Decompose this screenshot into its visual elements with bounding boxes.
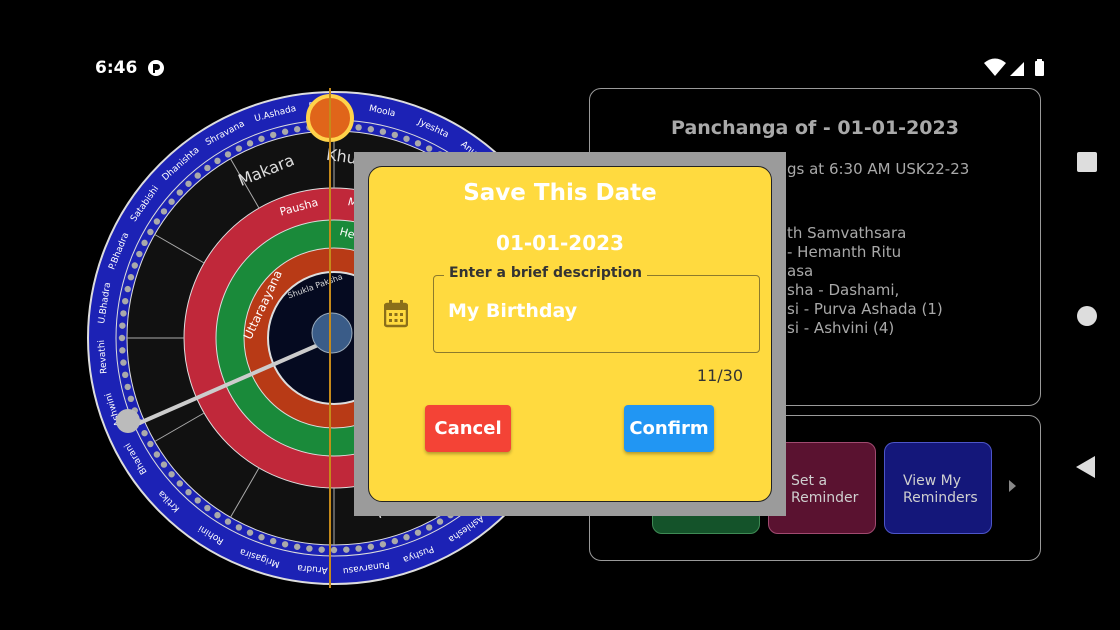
view-reminders-button[interactable]: View My Reminders <box>884 442 992 534</box>
wheel-dot <box>258 135 265 142</box>
wheel-dot <box>204 164 211 172</box>
wheel-dot <box>235 145 243 152</box>
wheel-dot <box>124 285 131 293</box>
wheel-dot <box>119 347 126 354</box>
wheel-dot <box>269 537 277 545</box>
wheel-dot <box>281 128 289 135</box>
wheel-dot <box>436 518 444 525</box>
wheel-dot <box>367 126 375 133</box>
wheel-axis <box>329 88 331 588</box>
wheel-dot <box>185 489 192 496</box>
wheel-dot <box>120 359 127 366</box>
dialog-date: 01-01-2023 <box>496 231 624 255</box>
status-bar: 6:46 <box>0 0 1120 78</box>
dialog-title: Save This Date <box>463 180 657 206</box>
wheel-dot <box>131 262 138 269</box>
chevron-right-icon[interactable] <box>1009 480 1016 492</box>
home-button[interactable] <box>1077 306 1097 326</box>
wheel-dot <box>224 518 232 525</box>
wheel-dot <box>379 541 387 548</box>
wheel-dot <box>343 546 350 553</box>
panchanga-line: asa <box>787 262 814 280</box>
wheel-dot <box>246 140 254 147</box>
wheel-dot <box>194 497 201 504</box>
wheel-dot <box>391 131 399 139</box>
wheel-dot <box>204 504 211 512</box>
wheel-dot <box>160 208 168 215</box>
panchanga-line: si - Purva Ashada (1) <box>787 300 943 318</box>
recents-button[interactable] <box>1077 152 1097 172</box>
moon-icon[interactable] <box>116 409 140 433</box>
system-status-icons <box>984 58 1044 76</box>
wheel-dot <box>379 128 387 135</box>
cancel-button[interactable]: Cancel <box>425 405 511 452</box>
wheel-dot <box>269 131 277 139</box>
wifi-icon <box>984 58 1006 76</box>
wheel-dot <box>330 546 338 554</box>
wheel-dot <box>414 529 422 536</box>
wheel-dot <box>214 157 221 165</box>
wheel-dot <box>194 172 201 179</box>
wheel-dot <box>141 429 148 437</box>
wheel-dot <box>214 511 221 519</box>
wheel-dot <box>258 534 265 541</box>
wheel-dot <box>403 135 410 142</box>
wheel-dot <box>118 334 126 342</box>
wheel-dot <box>414 140 422 147</box>
wheel-dot <box>160 461 168 468</box>
wheel-dot <box>425 524 433 531</box>
wheel-dot <box>425 145 433 152</box>
wheel-dot <box>119 322 126 329</box>
wheel-dot <box>122 297 129 305</box>
calendar-icon <box>384 300 408 328</box>
wheel-dot <box>391 537 399 545</box>
wheel-dot <box>355 545 362 552</box>
wheel-dot <box>153 218 161 225</box>
wheel-dot <box>147 440 154 448</box>
description-label: Enter a brief description <box>444 265 647 281</box>
wheel-dot <box>235 524 243 531</box>
wheel-dot <box>246 529 254 536</box>
wheel-dot <box>367 543 375 550</box>
wheel-dot <box>306 545 313 552</box>
character-counter: 11/30 <box>696 366 743 385</box>
wheel-dot <box>355 124 362 131</box>
battery-icon <box>1035 61 1044 76</box>
panchanga-line: gs at 6:30 AM USK22-23 <box>787 160 970 178</box>
back-button[interactable] <box>1076 456 1095 478</box>
panchanga-line: si - Ashvini (4) <box>787 319 895 337</box>
wheel-dot <box>124 383 131 391</box>
panchanga-title: Panchanga of - 01-01-2023 <box>671 117 959 139</box>
panchanga-line: sha - Dashami, <box>787 281 900 299</box>
wheel-dot <box>127 395 135 403</box>
wheel-dot <box>281 541 289 548</box>
wheel-dot <box>168 471 175 478</box>
signal-icon <box>1010 62 1024 76</box>
wheel-dot <box>120 310 127 317</box>
wheel-dot <box>318 546 325 553</box>
wheel-dot <box>224 151 232 158</box>
confirm-button[interactable]: Confirm <box>624 405 714 452</box>
wheel-dot <box>153 451 161 458</box>
wheel-dot <box>176 480 183 487</box>
notification-icon <box>148 60 164 76</box>
wheel-dot <box>293 126 301 133</box>
earth-icon <box>311 312 353 354</box>
wheel-dot <box>403 534 410 541</box>
description-input[interactable] <box>448 300 748 322</box>
wheel-dot <box>293 543 301 550</box>
wheel-dot <box>122 371 129 379</box>
wheel-dot <box>127 273 135 281</box>
status-time: 6:46 <box>95 58 138 78</box>
